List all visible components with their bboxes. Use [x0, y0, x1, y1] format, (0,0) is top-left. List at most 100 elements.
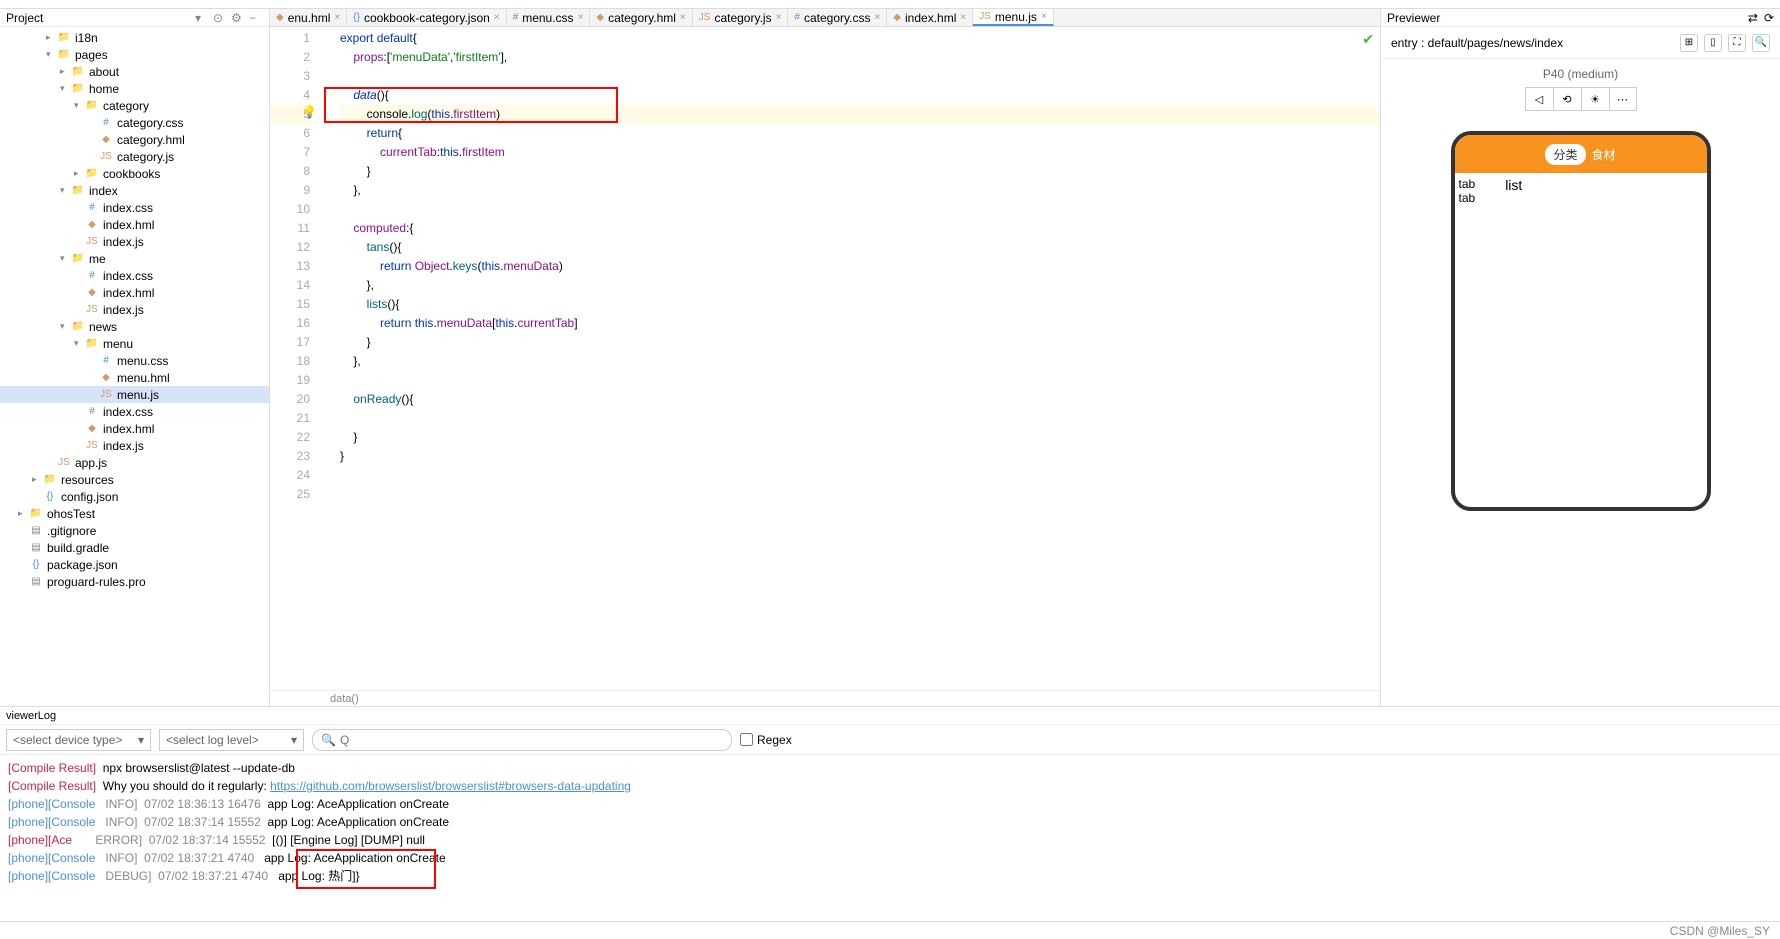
- toggle-icon[interactable]: ⇄: [1748, 11, 1758, 25]
- code-line[interactable]: return{: [340, 124, 1380, 143]
- tree-item[interactable]: ▸📁about: [0, 63, 269, 80]
- theme-icon[interactable]: ☀: [1581, 87, 1609, 111]
- code-line[interactable]: },: [340, 276, 1380, 295]
- refresh-icon[interactable]: ⟳: [1764, 11, 1774, 25]
- rotate-icon[interactable]: ⟲: [1553, 87, 1581, 111]
- code-editor[interactable]: export default{ props:['menuData','first…: [320, 27, 1380, 690]
- code-line[interactable]: }: [340, 333, 1380, 352]
- tree-item[interactable]: #index.css: [0, 267, 269, 284]
- tree-item[interactable]: #index.css: [0, 199, 269, 216]
- tree-item[interactable]: ▾📁index: [0, 182, 269, 199]
- more-icon[interactable]: ⋯: [1609, 87, 1637, 111]
- tree-item[interactable]: ◆index.hml: [0, 216, 269, 233]
- tree-item[interactable]: ▾📁me: [0, 250, 269, 267]
- code-line[interactable]: },: [340, 181, 1380, 200]
- editor-tab[interactable]: JScategory.js×: [693, 9, 789, 26]
- select-icon[interactable]: ⊙: [213, 11, 227, 25]
- tree-item[interactable]: ▤build.gradle: [0, 539, 269, 556]
- code-line[interactable]: [340, 409, 1380, 428]
- close-icon[interactable]: ×: [776, 12, 782, 23]
- lightbulb-icon[interactable]: 💡: [302, 105, 317, 119]
- tree-item[interactable]: ▾📁home: [0, 80, 269, 97]
- tree-item[interactable]: ▾📁pages: [0, 46, 269, 63]
- editor-tab[interactable]: #menu.css×: [507, 9, 591, 26]
- code-line[interactable]: export default{: [340, 29, 1380, 48]
- tree-item[interactable]: {}package.json: [0, 556, 269, 573]
- expand-icon[interactable]: ⛶: [1728, 34, 1746, 52]
- close-icon[interactable]: ×: [1041, 11, 1047, 22]
- close-icon[interactable]: ×: [960, 12, 966, 23]
- tree-item[interactable]: JSindex.js: [0, 301, 269, 318]
- code-line[interactable]: }: [340, 428, 1380, 447]
- regex-checkbox[interactable]: Regex: [740, 733, 792, 747]
- tree-item[interactable]: JSapp.js: [0, 454, 269, 471]
- tree-item[interactable]: ▾📁menu: [0, 335, 269, 352]
- close-icon[interactable]: ×: [334, 12, 340, 23]
- tree-item[interactable]: ▸📁i18n: [0, 29, 269, 46]
- project-tree[interactable]: ▸📁i18n▾📁pages▸📁about▾📁home▾📁category#cat…: [0, 27, 269, 706]
- code-line[interactable]: [340, 371, 1380, 390]
- collapse-icon[interactable]: ▾: [195, 11, 209, 25]
- code-line[interactable]: }: [340, 447, 1380, 466]
- code-line[interactable]: props:['menuData','firstItem'],: [340, 48, 1380, 67]
- code-line[interactable]: data(){: [340, 86, 1380, 105]
- code-line[interactable]: [340, 67, 1380, 86]
- code-line[interactable]: [340, 200, 1380, 219]
- close-icon[interactable]: ×: [680, 12, 686, 23]
- tree-item[interactable]: ▾📁news: [0, 318, 269, 335]
- tree-item[interactable]: #menu.css: [0, 352, 269, 369]
- tree-item[interactable]: ▸📁cookbooks: [0, 165, 269, 182]
- editor-tab[interactable]: {}cookbook-category.json×: [347, 9, 506, 26]
- code-line[interactable]: console.log(this.firstItem): [340, 105, 1380, 124]
- tree-item[interactable]: ▸📁resources: [0, 471, 269, 488]
- tree-item[interactable]: #category.css: [0, 114, 269, 131]
- search-icon[interactable]: 🔍: [1752, 34, 1770, 52]
- tree-item[interactable]: {}config.json: [0, 488, 269, 505]
- tree-item[interactable]: JSindex.js: [0, 233, 269, 250]
- close-icon[interactable]: ×: [578, 12, 584, 23]
- code-line[interactable]: tans(){: [340, 238, 1380, 257]
- hide-icon[interactable]: −: [249, 11, 263, 25]
- tree-item[interactable]: JSindex.js: [0, 437, 269, 454]
- level-select[interactable]: <select log level>▾: [159, 729, 304, 751]
- editor-tab[interactable]: ◆index.hml×: [887, 9, 973, 26]
- device-select[interactable]: <select device type>▾: [6, 729, 151, 751]
- code-line[interactable]: lists(){: [340, 295, 1380, 314]
- close-icon[interactable]: ×: [494, 12, 500, 23]
- close-icon[interactable]: ×: [874, 12, 880, 23]
- code-line[interactable]: return Object.keys(this.menuData): [340, 257, 1380, 276]
- tab-item[interactable]: tab: [1459, 177, 1476, 191]
- tree-item[interactable]: ◆index.hml: [0, 420, 269, 437]
- log-search-input[interactable]: [340, 733, 723, 747]
- tab-item[interactable]: tab: [1459, 191, 1476, 205]
- editor-tab[interactable]: #category.css×: [788, 9, 887, 26]
- code-line[interactable]: computed:{: [340, 219, 1380, 238]
- log-search[interactable]: 🔍: [312, 729, 732, 751]
- code-line[interactable]: [340, 466, 1380, 485]
- editor-tab[interactable]: JSmenu.js×: [973, 9, 1054, 26]
- tree-item[interactable]: ▸📁ohosTest: [0, 505, 269, 522]
- tree-item[interactable]: ◆menu.hml: [0, 369, 269, 386]
- code-line[interactable]: [340, 485, 1380, 504]
- code-line[interactable]: onReady(){: [340, 390, 1380, 409]
- tree-item[interactable]: JScategory.js: [0, 148, 269, 165]
- tree-item[interactable]: ▤.gitignore: [0, 522, 269, 539]
- code-line[interactable]: }: [340, 162, 1380, 181]
- tree-item[interactable]: #index.css: [0, 403, 269, 420]
- editor-tab[interactable]: ◆enu.hml×: [270, 9, 347, 26]
- tree-item[interactable]: ▾📁category: [0, 97, 269, 114]
- back-icon[interactable]: ◁: [1525, 87, 1553, 111]
- phone-icon[interactable]: ▯: [1704, 34, 1722, 52]
- tree-item[interactable]: ◆category.hml: [0, 131, 269, 148]
- code-line[interactable]: },: [340, 352, 1380, 371]
- tree-item[interactable]: JSmenu.js: [0, 386, 269, 403]
- grid-icon[interactable]: ⊞: [1680, 34, 1698, 52]
- code-line[interactable]: return this.menuData[this.currentTab]: [340, 314, 1380, 333]
- tree-item[interactable]: ▤proguard-rules.pro: [0, 573, 269, 590]
- folder-icon: 📁: [28, 506, 44, 522]
- editor-tab[interactable]: ◆category.hml×: [590, 9, 692, 26]
- log-output[interactable]: [Compile Result] npx browserslist@latest…: [0, 755, 1780, 921]
- tree-item[interactable]: ◆index.hml: [0, 284, 269, 301]
- code-line[interactable]: currentTab:this.firstItem: [340, 143, 1380, 162]
- settings-icon[interactable]: ⚙: [231, 11, 245, 25]
